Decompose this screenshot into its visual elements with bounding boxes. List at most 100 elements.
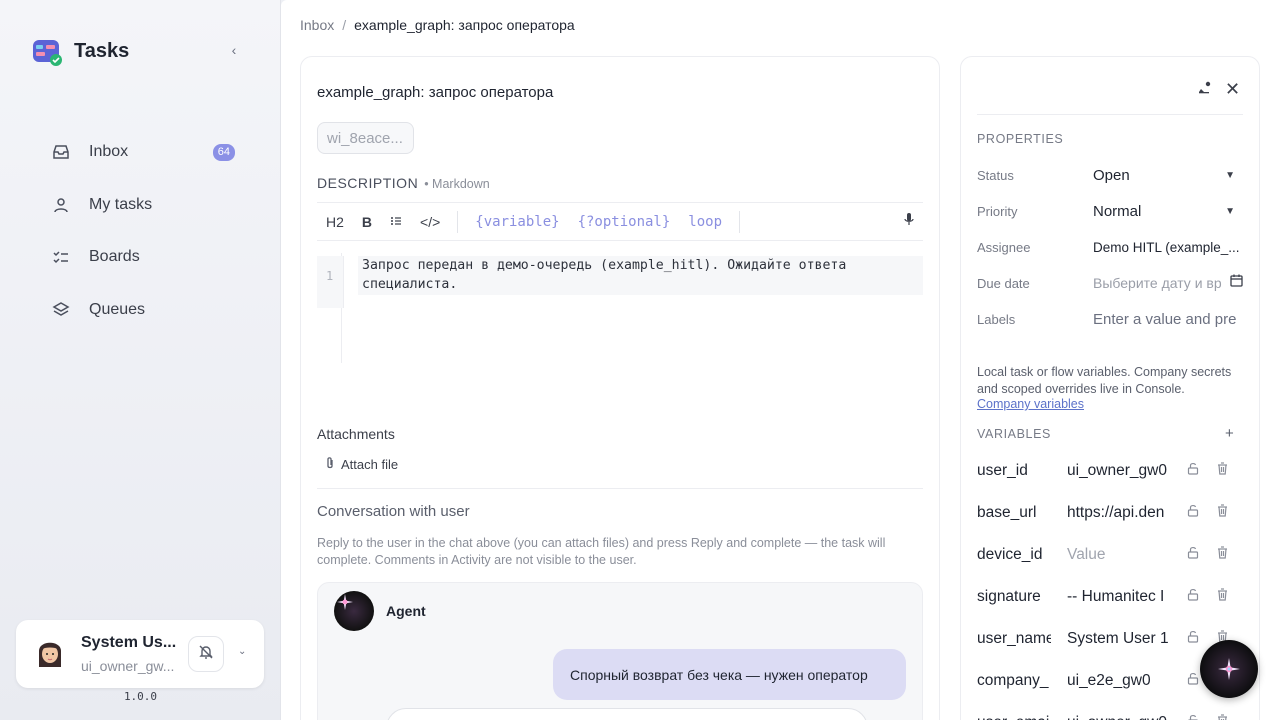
variable-key[interactable]: signature [977, 588, 1051, 606]
assignee-select[interactable]: Demo HITL (example_... [1093, 240, 1243, 255]
variable-key[interactable]: user_name [977, 630, 1051, 648]
unlock-icon[interactable] [1187, 672, 1199, 690]
task-title[interactable]: example_graph: запрос оператора [317, 84, 553, 101]
variables-help-text: Local task or flow variables. Company se… [977, 365, 1232, 396]
chevron-down-icon[interactable]: ⌄ [238, 646, 246, 657]
trash-icon[interactable] [1217, 588, 1228, 606]
variable-key[interactable]: user_id [977, 462, 1051, 480]
microphone-icon[interactable] [903, 212, 915, 231]
agent-avatar [334, 591, 374, 631]
user-login: ui_owner_gw... [81, 658, 175, 674]
breadcrumb-current: example_graph: запрос оператора [354, 17, 575, 33]
due-date-input[interactable]: Выберите дату и вр [1093, 275, 1224, 291]
task-id-chip[interactable]: wi_8eace... [317, 122, 414, 154]
user-card[interactable]: System Us... ui_owner_gw... ⌄ [16, 620, 264, 688]
unlock-icon[interactable] [1187, 630, 1199, 648]
insert-loop-button[interactable]: loop [679, 214, 731, 230]
assign-user-icon[interactable] [1196, 81, 1212, 100]
status-row: Status Open ▼ [977, 161, 1243, 189]
attach-file-button[interactable]: Attach file [325, 456, 398, 473]
trash-icon[interactable] [1217, 462, 1228, 480]
heading-button[interactable]: H2 [317, 214, 353, 230]
variable-value[interactable]: ui_e2e_gw0 [1067, 672, 1169, 690]
list-button[interactable] [381, 214, 411, 230]
main-content: Inbox / example_graph: запрос оператора … [281, 0, 1280, 720]
variable-value[interactable]: https://api.den [1067, 504, 1169, 522]
unlock-icon[interactable] [1187, 462, 1199, 480]
description-label: DESCRIPTION [317, 175, 419, 191]
code-button[interactable]: </> [411, 214, 449, 230]
sidebar-nav: Inbox 64 My tasks Boards Queues [40, 131, 248, 341]
trash-icon[interactable] [1217, 504, 1228, 522]
breadcrumb-separator: / [342, 17, 347, 33]
status-select[interactable]: Open [1093, 167, 1225, 184]
variable-key[interactable]: user_emai [977, 714, 1051, 720]
sidebar-item-boards[interactable]: Boards [40, 236, 248, 278]
add-variable-button[interactable]: + [1225, 425, 1234, 442]
app-version: 1.0.0 [123, 690, 158, 703]
unlock-icon[interactable] [1187, 714, 1199, 720]
variable-value-input[interactable]: Value [1067, 546, 1169, 564]
editor-text[interactable]: Запрос передан в демо-очередь (example_h… [358, 256, 923, 295]
sidebar-item-my-tasks[interactable]: My tasks [40, 184, 248, 226]
calendar-icon[interactable] [1230, 274, 1243, 292]
bold-button[interactable]: B [353, 214, 381, 230]
attachments-title: Attachments [317, 426, 395, 442]
due-date-label: Due date [977, 275, 1030, 291]
trash-icon[interactable] [1217, 714, 1228, 720]
variable-value[interactable]: System User 1 [1067, 630, 1169, 648]
assistant-fab-button[interactable] [1200, 640, 1258, 698]
section-divider [317, 488, 923, 489]
collapse-sidebar-button[interactable]: ‹ [222, 39, 246, 61]
unlock-icon[interactable] [1187, 504, 1199, 522]
variable-row: user_id ui_owner_gw0 [977, 456, 1243, 486]
line-number: 1 [317, 256, 344, 308]
labels-input[interactable]: Enter a value and pre [1093, 311, 1243, 328]
caret-down-icon[interactable]: ▼ [1225, 206, 1235, 217]
attach-file-label: Attach file [341, 457, 399, 472]
unlock-icon[interactable] [1187, 546, 1199, 564]
trash-icon[interactable] [1217, 546, 1228, 564]
toolbar-divider [457, 210, 459, 233]
breadcrumb: Inbox / example_graph: запрос оператора [300, 17, 575, 33]
sparkle-icon [1218, 658, 1240, 680]
caret-down-icon[interactable]: ▼ [1225, 170, 1235, 181]
sidebar-item-inbox[interactable]: Inbox 64 [40, 131, 248, 173]
assignee-label: Assignee [977, 239, 1031, 255]
notifications-button[interactable] [188, 636, 224, 672]
company-variables-link[interactable]: Company variables [977, 397, 1084, 411]
inbox-icon [52, 143, 70, 161]
due-date-row: Due date Выберите дату и вр [977, 269, 1243, 297]
unlock-icon[interactable] [1187, 588, 1199, 606]
chat-input[interactable] [386, 708, 868, 720]
sidebar-item-queues[interactable]: Queues [40, 289, 248, 331]
variable-value[interactable]: ui_owner_gw0 [1067, 462, 1169, 480]
breadcrumb-inbox-link[interactable]: Inbox [300, 17, 334, 33]
conversation-title: Conversation with user [317, 503, 470, 520]
conversation-help-text: Reply to the user in the chat above (you… [317, 536, 886, 567]
chat-panel: Agent Спорный возврат без чека — нужен о… [317, 582, 923, 720]
labels-row: Labels Enter a value and pre [977, 305, 1243, 333]
bell-off-icon [198, 644, 214, 665]
avatar [36, 637, 64, 671]
insert-optional-button[interactable]: {?optional} [569, 214, 680, 230]
variable-row: signature -- Humanitec I [977, 582, 1243, 612]
sidebar-item-label: My tasks [89, 195, 153, 213]
variable-key[interactable]: base_url [977, 504, 1051, 522]
chat-message-bubble: Спорный возврат без чека — нужен операто… [553, 649, 906, 700]
app-title: Tasks [74, 39, 130, 62]
brand[interactable]: Tasks [32, 36, 129, 66]
variable-key[interactable]: company_ [977, 672, 1051, 690]
variable-value[interactable]: -- Humanitec I [1067, 588, 1169, 606]
insert-variable-button[interactable]: {variable} [466, 214, 568, 230]
description-editor[interactable]: 1 Запрос передан в демо-очередь (example… [317, 256, 923, 308]
priority-select[interactable]: Normal [1093, 203, 1225, 220]
assignee-row: Assignee Demo HITL (example_... [977, 233, 1243, 261]
priority-label: Priority [977, 203, 1018, 219]
variable-key[interactable]: device_id [977, 546, 1051, 564]
close-icon[interactable]: ✕ [1225, 79, 1240, 100]
paperclip-icon [325, 456, 335, 473]
variable-value[interactable]: ui_owner_gw0 [1067, 714, 1169, 720]
chevron-left-icon: ‹ [231, 42, 237, 58]
editor-toolbar: H2 B </> {variable} {?optional} loop [317, 202, 923, 241]
